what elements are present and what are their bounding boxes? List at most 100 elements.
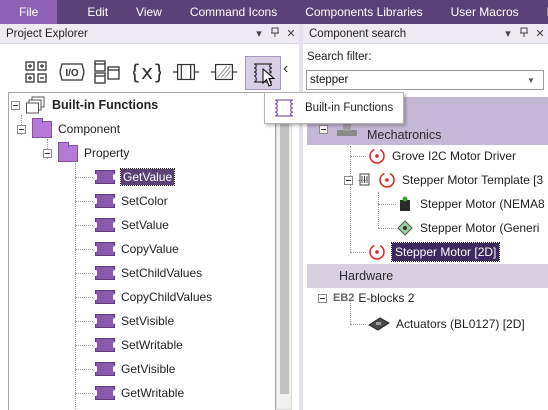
component-item[interactable]: EB2 E-blocks 2 [318,287,414,309]
component-label: Stepper Motor [2D] [390,242,501,262]
tree-node-label: Component [58,122,121,136]
tree-leaf-label: CopyChildValues [121,290,213,304]
component-item[interactable]: Stepper Motor Template [3 [344,169,543,191]
svg-text:{x}: {x} [133,60,161,84]
function-icon [94,338,116,352]
search-filter-label: Search filter: [307,51,372,63]
actuator-board-icon [368,315,390,333]
pin-icon[interactable] [267,27,283,41]
grid-icon[interactable] [22,58,50,86]
dropdown-icon[interactable]: ▾ [251,27,267,40]
function-icon [94,362,116,376]
component-search-title: Component search [309,27,407,40]
function-icon [94,242,116,256]
component-hatched-icon[interactable] [210,58,238,86]
search-filter-box[interactable]: ▼ [306,70,544,90]
close-icon[interactable]: ✕ [283,27,299,40]
tree-leaf-label: GetVisible [121,362,176,376]
tree-scrollbar[interactable]: ▲ [276,92,292,410]
menu-command-icons[interactable]: Command Icons [176,0,291,24]
tree-node-label: Property [84,146,130,160]
motor-icon [368,147,386,165]
component-item[interactable]: Actuators (BL0127) [2D] [368,313,525,335]
component-item[interactable]: Stepper Motor (Generi [396,217,539,239]
tree-leaf-label: GetValue [119,168,176,186]
svg-text:I/O: I/O [65,68,79,79]
tree-leaf-label: GetWritable [121,386,185,400]
tree-leaf[interactable]: CopyValue [94,238,179,260]
menu-file[interactable]: File [0,0,58,24]
eb2-badge-icon: EB2 [333,292,355,304]
tree-leaf[interactable]: CopyChildValues [94,286,213,308]
motor-icon [368,243,386,261]
component-item-selected[interactable]: Stepper Motor [2D] [368,241,501,263]
tree-leaf[interactable]: SetValue [94,214,169,236]
tree-node-property[interactable]: Property [43,141,130,164]
component-item[interactable]: Stepper Motor (NEMA8 [396,193,545,215]
tree-leaf[interactable]: SetChildValues [94,262,203,284]
tooltip-icon [271,98,297,118]
tree-leaf[interactable]: GetVisible [94,358,176,380]
component-label: Actuators (BL0127) [2D] [396,317,525,331]
builtin-functions-root-icon [26,96,46,114]
mouse-cursor-icon [262,67,276,91]
tree-leaf-label: SetVisible [121,314,175,328]
collapse-icon[interactable] [43,148,52,158]
component-icon[interactable] [172,58,200,86]
tree-leaf-label: SetColor [121,194,168,208]
function-icon [94,290,116,304]
folder-icon [58,141,78,162]
component-label: Stepper Motor (Generi [420,221,540,235]
chevron-left-icon[interactable]: ‹ [283,60,288,78]
menu-components-libraries[interactable]: Components Libraries [291,0,436,24]
collapse-icon[interactable] [318,293,327,303]
dropdown-icon[interactable]: ▼ [523,76,539,85]
collapse-icon[interactable] [17,124,26,134]
variables-icon[interactable]: {x} [133,58,161,86]
group-header-hardware[interactable]: Hardware [307,264,548,288]
component-label: Grove I2C Motor Driver [392,149,517,163]
stepper-motor-generic-icon [396,219,414,237]
builtin-functions-tooltip: Built-in Functions [264,92,404,124]
search-input[interactable] [307,74,523,86]
tree-leaf[interactable]: GetValue [94,166,176,188]
panels-icon[interactable] [93,58,121,86]
tree-leaf[interactable]: SetVisible [94,310,175,332]
tree-leaf[interactable]: GetWritable [94,382,185,404]
tree-root[interactable]: Built-in Functions [11,94,158,116]
tree-leaf-label: SetChildValues [121,266,203,280]
menu-debug[interactable]: Debu [533,0,548,24]
project-explorer-title: Project Explorer [6,27,88,40]
close-icon[interactable]: ✕ [532,27,548,40]
menu-user-macros[interactable]: User Macros [437,0,533,24]
tree-leaf-label: SetValue [121,218,169,232]
tree-leaf-label: SetWritable [121,338,183,352]
panel-splitter[interactable] [299,24,303,410]
menu-view[interactable]: View [122,0,176,24]
dropdown-icon[interactable]: ▾ [500,27,516,40]
tooltip-label: Built-in Functions [305,102,394,114]
folder-icon [32,117,52,138]
tree-leaf[interactable]: SetColor [94,190,168,212]
collapse-icon[interactable] [11,100,20,110]
project-tree: Built-in Functions Component Property Ge… [8,92,276,410]
collapse-icon[interactable] [344,175,353,185]
component-label: Stepper Motor Template [3 [402,173,544,187]
group-label: Hardware [339,269,394,283]
component-search-titlebar: Component search ▾ ✕ [303,24,548,44]
tree-leaf-label: CopyValue [121,242,179,256]
pin-icon[interactable] [516,27,532,41]
function-icon [94,170,116,184]
io-icon[interactable]: I/O [58,58,86,86]
project-explorer-toolbar: I/O {x} ‹ [0,44,299,92]
tree-leaf[interactable]: SetWritable [94,334,183,356]
menu-bar: File Edit View Command Icons Components … [0,0,548,24]
project-explorer-titlebar: Project Explorer ▾ ✕ [0,24,299,44]
menu-edit[interactable]: Edit [73,0,122,24]
tree-node-component[interactable]: Component [17,117,121,140]
component-item[interactable]: Grove I2C Motor Driver [368,145,516,167]
component-label: E-blocks 2 [358,291,415,305]
scrollbar-thumb[interactable] [280,109,289,394]
motor-icon [378,171,396,189]
function-icon [94,266,116,280]
